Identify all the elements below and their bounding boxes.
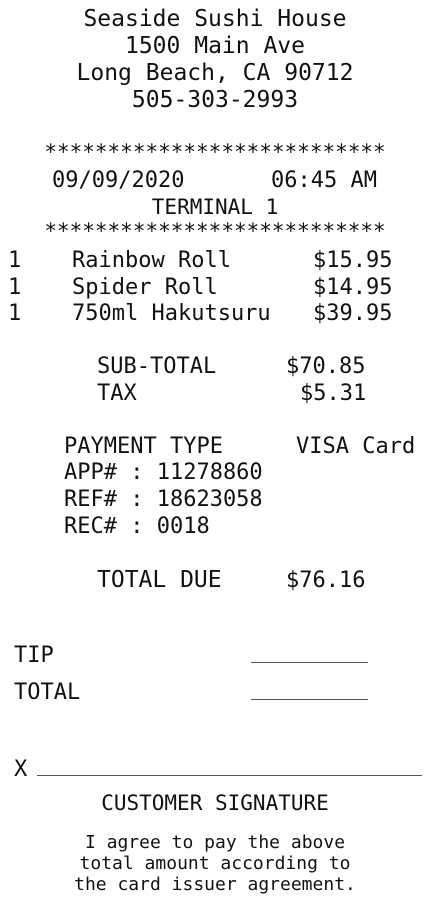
merchant-name: Seaside Sushi House: [83, 6, 347, 32]
subtotal-value: $70.85: [286, 354, 366, 379]
item-qty: 1: [8, 301, 22, 326]
payment-type-label: PAYMENT TYPE: [64, 434, 223, 459]
terminal-label: TERMINAL 1: [151, 195, 279, 219]
item-price: $15.95: [313, 248, 393, 273]
item-name: Spider Roll: [72, 275, 218, 300]
merchant-phone: 505-303-2993: [131, 87, 299, 113]
reference-number: REF# : 18623058: [64, 487, 263, 512]
item-qty: 1: [8, 248, 22, 273]
signature-line: [37, 775, 422, 776]
item-name: 750ml Hakutsuru: [72, 301, 271, 326]
payment-type-value: VISA Card: [296, 434, 416, 459]
item-qty: 1: [8, 275, 22, 300]
subtotal-label: SUB-TOTAL: [97, 354, 217, 379]
separator-bottom: ***************************: [44, 219, 386, 243]
total-due-label: TOTAL DUE: [97, 567, 222, 593]
tax-value: $5.31: [300, 381, 367, 406]
agreement-line: the card issuer agreement.: [74, 874, 356, 895]
tip-line: [251, 662, 368, 663]
signature-x-mark: X: [14, 757, 28, 782]
signature-label: CUSTOMER SIGNATURE: [101, 791, 329, 815]
merchant-city: Long Beach, CA 90712: [76, 60, 354, 86]
separator-top: ***************************: [44, 140, 386, 164]
merchant-address: 1500 Main Ave: [124, 33, 305, 59]
approval-code: APP# : 11278860: [64, 460, 263, 485]
item-name: Rainbow Roll: [72, 248, 231, 273]
transaction-date: 09/09/2020: [52, 168, 185, 193]
agreement-line: I agree to pay the above: [84, 832, 346, 853]
receipt-number: REC# : 0018: [64, 514, 210, 539]
transaction-time: 06:45 AM: [271, 168, 377, 193]
item-price: $39.95: [313, 301, 393, 326]
agreement-line: total amount according to: [79, 853, 351, 874]
tip-label: TIP: [14, 643, 54, 668]
total-line: [251, 699, 368, 700]
tax-label: TAX: [97, 381, 137, 406]
item-price: $14.95: [313, 275, 393, 300]
total-due-value: $76.16: [286, 568, 366, 593]
total-label: TOTAL: [14, 680, 81, 705]
